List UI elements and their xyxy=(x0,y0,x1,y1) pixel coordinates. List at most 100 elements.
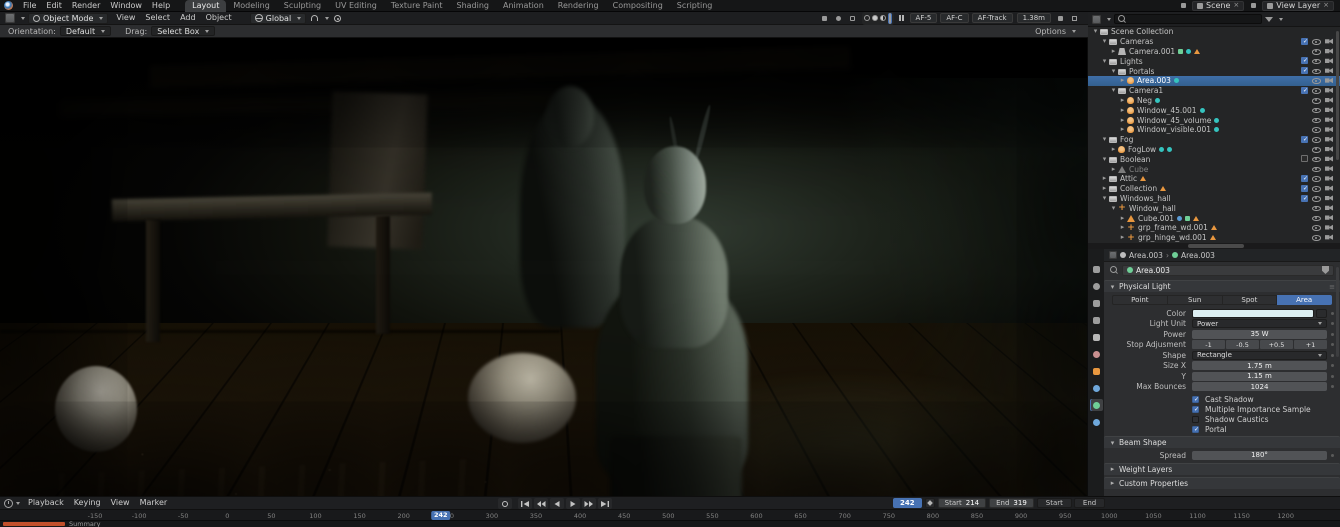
drag-dropdown[interactable]: Select Box xyxy=(151,26,215,36)
expand-toggle-icon[interactable]: ▾ xyxy=(1109,67,1118,76)
camera-view-icon[interactable] xyxy=(1055,13,1065,23)
outliner-row-portals[interactable]: ▾Portals xyxy=(1088,66,1340,76)
outliner[interactable]: ▾Scene Collection▾Cameras▸Camera.001▾Lig… xyxy=(1088,27,1340,243)
previous-keyframe-button[interactable] xyxy=(534,498,548,509)
size-x-field[interactable]: 1.75 m xyxy=(1192,361,1327,370)
expand-toggle-icon[interactable]: ▸ xyxy=(1109,165,1118,174)
expand-toggle-icon[interactable]: ▸ xyxy=(1100,184,1109,193)
workspace-tab-layout[interactable]: Layout xyxy=(185,0,226,12)
hide-in-viewport-icon[interactable] xyxy=(1312,106,1321,113)
checkbox-row-shadow-caustics[interactable]: Shadow Caustics xyxy=(1104,414,1340,424)
expand-toggle-icon[interactable]: ▾ xyxy=(1091,27,1100,36)
hide-in-viewport-icon[interactable] xyxy=(1312,234,1321,241)
expand-toggle-icon[interactable]: ▸ xyxy=(1118,116,1127,125)
animate-decorator-icon[interactable] xyxy=(1331,312,1334,315)
expand-toggle-icon[interactable]: ▾ xyxy=(1109,86,1118,95)
outliner-row-neg[interactable]: ▸Neg xyxy=(1088,96,1340,106)
exclude-checkbox[interactable] xyxy=(1301,175,1308,182)
frame-end-field[interactable]: End 319 xyxy=(989,498,1034,508)
checkbox-row-multiple-importance-sample[interactable]: Multiple Importance Sample xyxy=(1104,404,1340,414)
disable-in-renders-icon[interactable] xyxy=(1325,87,1333,93)
outliner-row-attic[interactable]: ▸Attic xyxy=(1088,174,1340,184)
properties-tab-constraints[interactable] xyxy=(1090,382,1103,394)
disable-in-renders-icon[interactable] xyxy=(1325,146,1333,152)
viewport-menu-object[interactable]: Object xyxy=(201,12,237,24)
outliner-row-grp-frame-wd-001[interactable]: ▸grp_frame_wd.001 xyxy=(1088,223,1340,233)
properties-scrollbar[interactable] xyxy=(1336,267,1339,357)
expand-toggle-icon[interactable]: ▸ xyxy=(1118,106,1127,115)
section-beam-shape[interactable]: ▾ Beam Shape xyxy=(1104,436,1340,448)
button-1[interactable]: -1 xyxy=(1192,340,1225,349)
outliner-row-camera-001[interactable]: ▸Camera.001 xyxy=(1088,47,1340,57)
button-af-track[interactable]: AF-Track xyxy=(972,13,1013,23)
light-type-area[interactable]: Area xyxy=(1277,295,1332,305)
disable-in-renders-icon[interactable] xyxy=(1325,97,1333,103)
expand-toggle-icon[interactable]: ▸ xyxy=(1118,223,1127,232)
disable-in-renders-icon[interactable] xyxy=(1325,175,1333,181)
shading-material-button[interactable] xyxy=(880,15,886,21)
animate-decorator-icon[interactable] xyxy=(1331,322,1334,325)
properties-tab-scene[interactable] xyxy=(1090,331,1103,343)
outliner-row-scene-collection[interactable]: ▾Scene Collection xyxy=(1088,27,1340,37)
exclude-checkbox[interactable] xyxy=(1301,57,1308,64)
disable-in-renders-icon[interactable] xyxy=(1325,77,1333,83)
disable-in-renders-icon[interactable] xyxy=(1325,166,1333,172)
outliner-scrollbar[interactable] xyxy=(1336,31,1339,239)
hide-in-viewport-icon[interactable] xyxy=(1312,57,1321,64)
button-1[interactable]: +1 xyxy=(1294,340,1327,349)
expand-toggle-icon[interactable]: ▸ xyxy=(1109,145,1118,154)
animate-decorator-icon[interactable] xyxy=(1331,375,1334,378)
breadcrumb-object[interactable]: Area.003 xyxy=(1129,251,1163,260)
outliner-row-camera1[interactable]: ▾Camera1 xyxy=(1088,86,1340,96)
disable-in-renders-icon[interactable] xyxy=(1325,136,1333,142)
disable-in-renders-icon[interactable] xyxy=(1325,215,1333,221)
color-swatch[interactable] xyxy=(1192,309,1314,318)
show-gizmos-icon[interactable] xyxy=(820,13,830,23)
hide-in-viewport-icon[interactable] xyxy=(1312,67,1321,74)
hide-in-viewport-icon[interactable] xyxy=(1312,224,1321,231)
multiple-importance-sample-checkbox[interactable] xyxy=(1192,406,1199,413)
clock-icon[interactable] xyxy=(4,499,13,508)
outliner-row-window-visible-001[interactable]: ▸Window_visible.001 xyxy=(1088,125,1340,135)
expand-toggle-icon[interactable]: ▾ xyxy=(1100,57,1109,66)
timeline-menu-playback[interactable]: Playback xyxy=(23,497,69,509)
outliner-row-boolean[interactable]: ▾Boolean xyxy=(1088,154,1340,164)
disable-in-renders-icon[interactable] xyxy=(1325,234,1333,240)
animate-decorator-icon[interactable] xyxy=(1331,385,1334,388)
exclude-checkbox[interactable] xyxy=(1301,195,1308,202)
section-physical-light[interactable]: ▾ Physical Light xyxy=(1104,280,1340,292)
workspace-tab-uv-editing[interactable]: UV Editing xyxy=(328,0,384,12)
cast-shadow-checkbox[interactable] xyxy=(1192,396,1199,403)
viewport-menu-add[interactable]: Add xyxy=(175,12,201,24)
checkbox-row-portal[interactable]: Portal xyxy=(1104,424,1340,434)
expand-toggle-icon[interactable]: ▸ xyxy=(1118,233,1127,242)
menu-render[interactable]: Render xyxy=(67,0,105,12)
menu-window[interactable]: Window xyxy=(105,0,147,12)
scene-selector[interactable]: Scene × xyxy=(1192,1,1244,11)
exclude-checkbox[interactable] xyxy=(1301,38,1308,45)
exclude-checkbox[interactable] xyxy=(1301,136,1308,143)
expand-toggle-icon[interactable]: ▸ xyxy=(1109,47,1118,56)
jump-to-start-button[interactable] xyxy=(518,498,532,509)
jump-to-end-button[interactable] xyxy=(598,498,612,509)
hide-in-viewport-icon[interactable] xyxy=(1312,204,1321,211)
disable-in-renders-icon[interactable] xyxy=(1325,156,1333,162)
viewport-menu-select[interactable]: Select xyxy=(140,12,175,24)
browse-view-layer-icon[interactable] xyxy=(1248,1,1258,11)
animate-decorator-icon[interactable] xyxy=(1331,354,1334,357)
toggle-xray-icon[interactable] xyxy=(848,13,858,23)
properties-tab-tool[interactable] xyxy=(1090,263,1103,275)
orientation-dropdown[interactable]: Default xyxy=(60,26,111,36)
animate-decorator-icon[interactable] xyxy=(1331,343,1334,346)
exclude-checkbox[interactable] xyxy=(1301,155,1308,162)
expand-toggle-icon[interactable]: ▾ xyxy=(1100,194,1109,203)
range-button-start[interactable]: Start xyxy=(1037,498,1072,508)
workspace-tab-scripting[interactable]: Scripting xyxy=(670,0,720,12)
power-field[interactable]: 35 W xyxy=(1192,330,1327,339)
hide-in-viewport-icon[interactable] xyxy=(1312,185,1321,192)
properties-tab-world[interactable] xyxy=(1090,348,1103,360)
next-keyframe-button[interactable] xyxy=(582,498,596,509)
disable-in-renders-icon[interactable] xyxy=(1325,48,1333,54)
disable-in-renders-icon[interactable] xyxy=(1325,58,1333,64)
expand-toggle-icon[interactable]: ▾ xyxy=(1100,37,1109,46)
